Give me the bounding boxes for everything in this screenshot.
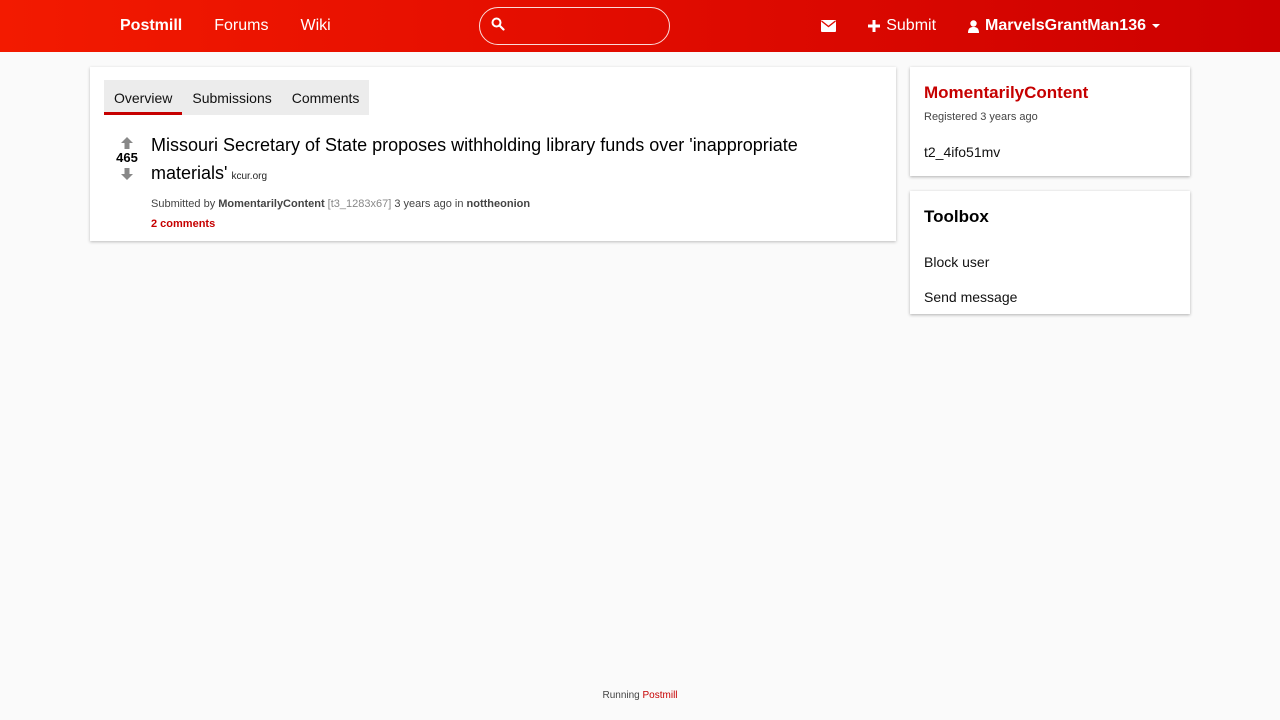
footer: Running Postmill xyxy=(0,690,1280,701)
downvote-arrow-icon[interactable] xyxy=(120,167,134,181)
user-menu[interactable]: MarvelsGrantMan136 xyxy=(952,0,1176,52)
footer-running-text: Running xyxy=(602,690,640,701)
submission-meta: Submitted by MomentarilyContent [t3_1283… xyxy=(151,197,871,211)
comments-link[interactable]: 2 comments xyxy=(151,218,215,230)
wiki-link[interactable]: Wiki xyxy=(284,0,346,52)
user-overview-card: Overview Submissions Comments 465 Missou… xyxy=(90,67,896,241)
submission-time: 3 years ago in xyxy=(394,198,464,210)
submitted-by-label: Submitted by xyxy=(151,198,216,210)
toolbox-card: Toolbox Block user Send message xyxy=(910,191,1190,314)
messages-link[interactable] xyxy=(805,0,852,52)
submit-label: Submit xyxy=(886,17,937,34)
submit-link[interactable]: Submit xyxy=(852,0,952,52)
send-message-link[interactable]: Send message xyxy=(924,289,1017,305)
vote-box: 465 xyxy=(104,131,150,181)
registered-text: Registered 3 years ago xyxy=(924,111,1038,123)
forums-link[interactable]: Forums xyxy=(198,0,284,52)
user-icon xyxy=(968,19,980,33)
profile-tabs: Overview Submissions Comments xyxy=(104,80,370,115)
block-user-link[interactable]: Block user xyxy=(924,254,989,270)
footer-postmill-link[interactable]: Postmill xyxy=(643,690,678,701)
envelope-icon xyxy=(821,20,837,32)
tab-submissions[interactable]: Submissions xyxy=(182,80,281,115)
top-navbar: Postmill Forums Wiki Submit MarvelsGrant… xyxy=(0,0,1280,52)
toolbox-title: Toolbox xyxy=(924,207,989,226)
submission-score: 465 xyxy=(116,150,138,165)
sidebar-username-link[interactable]: MomentarilyContent xyxy=(924,83,1088,103)
tab-overview[interactable]: Overview xyxy=(104,80,183,115)
upvote-arrow-icon[interactable] xyxy=(120,136,134,150)
plus-icon xyxy=(868,20,881,32)
brand-link[interactable]: Postmill xyxy=(104,0,198,52)
user-id-text: t2_4ifo51mv xyxy=(924,144,1001,160)
username-label: MarvelsGrantMan136 xyxy=(985,17,1146,34)
submission-forum-link[interactable]: nottheonion xyxy=(467,198,531,210)
caret-down-icon xyxy=(1152,24,1160,28)
search-input[interactable] xyxy=(512,14,662,38)
submission-author-link[interactable]: MomentarilyContent xyxy=(218,198,324,210)
submission-body: Missouri Secretary of State proposes wit… xyxy=(151,131,871,232)
tab-comments[interactable]: Comments xyxy=(282,80,370,115)
search-icon xyxy=(491,17,505,31)
nav-left: Postmill Forums Wiki xyxy=(104,0,347,52)
submission-domain: kcur.org xyxy=(231,171,268,182)
nav-right: Submit MarvelsGrantMan136 xyxy=(805,0,1176,52)
user-info-card: MomentarilyContent Registered 3 years ag… xyxy=(910,67,1190,176)
submission-id: [t3_1283x67] xyxy=(327,198,392,210)
search-box[interactable] xyxy=(479,7,670,45)
